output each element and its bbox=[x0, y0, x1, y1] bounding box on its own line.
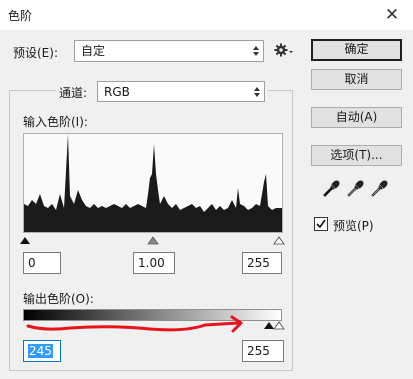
output-slider-track[interactable] bbox=[262, 319, 288, 331]
output-black-field[interactable]: 245 bbox=[23, 340, 61, 362]
output-gradient-bar bbox=[23, 309, 282, 321]
channel-select[interactable]: RGB bbox=[97, 81, 265, 102]
input-white-field[interactable]: 255 bbox=[242, 252, 282, 274]
channel-value: RGB bbox=[104, 85, 130, 99]
black-eyedropper-icon[interactable] bbox=[322, 180, 340, 198]
input-slider-track[interactable] bbox=[18, 234, 288, 246]
histogram-graph bbox=[24, 134, 282, 232]
output-white-slider-handle bbox=[273, 321, 285, 330]
gray-eyedropper-icon[interactable] bbox=[346, 180, 364, 198]
checkmark-icon bbox=[316, 219, 326, 229]
input-black-field[interactable]: 0 bbox=[23, 252, 61, 274]
input-gamma-field[interactable]: 1.00 bbox=[133, 252, 175, 274]
output-black-slider-handle bbox=[264, 322, 274, 329]
input-gamma-slider-handle bbox=[147, 236, 159, 245]
channel-label: 通道: bbox=[59, 86, 88, 100]
input-white-slider-handle bbox=[273, 236, 285, 245]
preset-select[interactable]: 自定 bbox=[74, 40, 264, 62]
select-arrows-icon bbox=[253, 46, 259, 56]
ok-button[interactable]: 确定 bbox=[311, 39, 402, 61]
preview-label: 预览(P) bbox=[333, 219, 374, 233]
window-title: 色阶 bbox=[8, 9, 33, 23]
gear-icon[interactable] bbox=[274, 42, 294, 58]
select-arrows-icon bbox=[254, 87, 260, 97]
histogram bbox=[23, 133, 283, 233]
close-icon[interactable]: ✕ bbox=[381, 5, 403, 25]
preset-label: 预设(E): bbox=[13, 46, 58, 60]
preset-value: 自定 bbox=[81, 44, 106, 58]
white-eyedropper-icon[interactable] bbox=[370, 180, 388, 198]
output-levels-label: 输出色阶(O): bbox=[23, 292, 94, 306]
preview-checkbox[interactable] bbox=[314, 217, 328, 231]
auto-button[interactable]: 自动(A) bbox=[311, 107, 402, 128]
output-white-field[interactable]: 255 bbox=[242, 340, 284, 362]
input-levels-label: 输入色阶(I): bbox=[23, 115, 88, 129]
options-button[interactable]: 选项(T)... bbox=[311, 145, 402, 166]
title-bar: 色阶 ✕ bbox=[0, 0, 413, 30]
output-black-value: 245 bbox=[28, 344, 53, 358]
input-black-slider-handle bbox=[20, 237, 30, 244]
cancel-button[interactable]: 取消 bbox=[311, 69, 402, 90]
